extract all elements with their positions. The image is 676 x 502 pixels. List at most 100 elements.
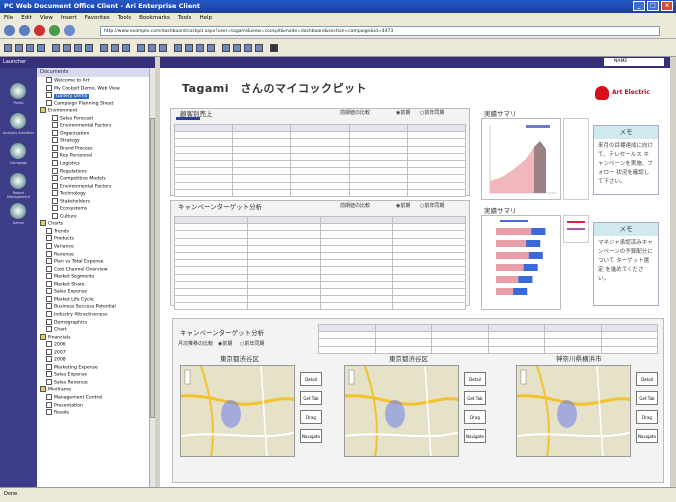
admin-icon[interactable] bbox=[10, 203, 26, 219]
tree-scrollbar[interactable] bbox=[149, 68, 155, 487]
menu-edit[interactable]: Edit bbox=[21, 13, 32, 23]
tree-item[interactable]: Competitive Models bbox=[37, 175, 149, 183]
map-view[interactable] bbox=[180, 365, 295, 457]
filter-icon[interactable] bbox=[244, 44, 252, 52]
tree-item[interactable]: Industry Attractiveness bbox=[37, 310, 149, 319]
map-view[interactable] bbox=[516, 365, 631, 457]
tree-item[interactable]: Sales Expense bbox=[37, 371, 149, 379]
print-icon[interactable] bbox=[37, 44, 45, 52]
tree-item[interactable]: Logistics bbox=[37, 160, 149, 168]
map-action-button[interactable]: Navigate bbox=[464, 429, 486, 443]
tree-item[interactable]: Environmental Factors bbox=[37, 122, 149, 130]
report-icon[interactable] bbox=[10, 173, 26, 189]
panel2-radio-yoy[interactable]: ○前年同期 bbox=[420, 202, 444, 209]
tree-item[interactable]: Sales Revenue bbox=[37, 378, 149, 387]
align-center-icon[interactable] bbox=[148, 44, 156, 52]
tree-item[interactable]: Business Success Potential bbox=[37, 303, 149, 311]
bold-icon[interactable] bbox=[100, 44, 108, 52]
tree-item[interactable]: Environmental Factors bbox=[37, 182, 149, 191]
grid-icon[interactable] bbox=[233, 44, 241, 52]
map-action-button[interactable]: Get Tab bbox=[300, 391, 322, 405]
tree-item[interactable]: Ecosystems bbox=[37, 205, 149, 213]
link-icon[interactable] bbox=[207, 44, 215, 52]
tree-item[interactable]: Chart bbox=[37, 326, 149, 334]
map-action-button[interactable]: Drag bbox=[636, 410, 658, 424]
tree-item[interactable]: My Cockpit Demo, Web View bbox=[37, 84, 149, 93]
tree-item[interactable]: Brand Process bbox=[37, 144, 149, 153]
map-radio-yoy[interactable]: ○前年同期 bbox=[240, 340, 264, 347]
open-icon[interactable] bbox=[15, 44, 23, 52]
menu-help[interactable]: Help bbox=[199, 13, 212, 23]
menu-favorites[interactable]: Favorites bbox=[85, 13, 110, 23]
tree-item[interactable]: 2008 bbox=[37, 356, 149, 364]
menu-insert[interactable]: Insert bbox=[61, 13, 77, 23]
chart-icon[interactable] bbox=[174, 44, 182, 52]
map-action-button[interactable]: Drag bbox=[300, 410, 322, 424]
undo-icon[interactable] bbox=[85, 44, 93, 52]
sort-icon[interactable] bbox=[255, 44, 263, 52]
tree-item[interactable]: Demographics bbox=[37, 318, 149, 327]
tree-item[interactable]: Stakeholders bbox=[37, 197, 149, 206]
tree-item[interactable]: Products bbox=[37, 235, 149, 243]
tree-item[interactable]: Cost Channel Overview bbox=[37, 265, 149, 274]
menu-bookmarks[interactable]: Bookmarks bbox=[139, 13, 170, 23]
tree-item[interactable]: Market Life Cycle bbox=[37, 295, 149, 304]
tree-item[interactable]: Resale bbox=[37, 409, 149, 417]
tree-item[interactable]: Variance bbox=[37, 243, 149, 251]
map-action-button[interactable]: Get Tab bbox=[464, 391, 486, 405]
tree-item[interactable]: Miniframe bbox=[37, 386, 149, 394]
save-icon[interactable] bbox=[26, 44, 34, 52]
map-radio-prev[interactable]: ◉前期 bbox=[218, 340, 232, 347]
map-action-button[interactable]: Detail bbox=[464, 372, 486, 386]
maximize-button[interactable]: □ bbox=[647, 1, 659, 11]
tree-item[interactable]: Charts bbox=[37, 220, 149, 228]
tree-item[interactable]: Presentation bbox=[37, 401, 149, 410]
new-doc-icon[interactable] bbox=[4, 44, 12, 52]
scroll-thumb[interactable] bbox=[150, 118, 155, 418]
refresh-icon[interactable] bbox=[49, 25, 60, 36]
panel2-radio-prev[interactable]: ◉前期 bbox=[396, 202, 410, 209]
menu-tools[interactable]: Tools bbox=[118, 13, 132, 23]
tree-item[interactable]: Key Personnel bbox=[37, 152, 149, 160]
underline-icon[interactable] bbox=[122, 44, 130, 52]
panel1-radio-yoy[interactable]: ○前年同期 bbox=[420, 109, 444, 116]
back-icon[interactable] bbox=[4, 25, 15, 36]
tree-item[interactable]: Gallery Demo bbox=[37, 92, 149, 100]
home-icon[interactable] bbox=[64, 25, 75, 36]
tree-item[interactable]: Revenue bbox=[37, 250, 149, 259]
tree-item[interactable]: Sales Forecast bbox=[37, 114, 149, 123]
align-right-icon[interactable] bbox=[159, 44, 167, 52]
tree-item[interactable]: Marketing Expense bbox=[37, 363, 149, 372]
close-button[interactable]: × bbox=[661, 1, 673, 11]
address-bar[interactable]: http://www.example.com/dashboard/cockpit… bbox=[100, 26, 660, 36]
map-action-button[interactable]: Detail bbox=[300, 372, 322, 386]
tree-item[interactable]: Technology bbox=[37, 190, 149, 198]
paste-icon[interactable] bbox=[74, 44, 82, 52]
tree-item[interactable]: Sales Expense bbox=[37, 288, 149, 296]
menu-file[interactable]: File bbox=[4, 13, 13, 23]
settings-icon[interactable] bbox=[270, 44, 278, 52]
map-action-button[interactable]: Drag bbox=[464, 410, 486, 424]
tree-item[interactable]: Regulations bbox=[37, 167, 149, 176]
image-icon[interactable] bbox=[196, 44, 204, 52]
tree-item[interactable]: Trends bbox=[37, 227, 149, 236]
minimize-button[interactable]: _ bbox=[633, 1, 645, 11]
map-action-button[interactable]: Navigate bbox=[636, 429, 658, 443]
panel1-radio-prev[interactable]: ◉前期 bbox=[396, 109, 410, 116]
tree-item[interactable]: Environment bbox=[37, 107, 149, 115]
portal-icon[interactable] bbox=[10, 83, 26, 99]
map-action-button[interactable]: Get Tab bbox=[636, 391, 658, 405]
analysis-icon[interactable] bbox=[10, 113, 26, 129]
tree-item[interactable]: Management Control bbox=[37, 393, 149, 402]
zoom-icon[interactable] bbox=[222, 44, 230, 52]
tree-item[interactable]: Plan vs Total Expense bbox=[37, 258, 149, 266]
tree-item[interactable]: Welcome to Art bbox=[37, 77, 149, 85]
forward-icon[interactable] bbox=[19, 25, 30, 36]
tree-item[interactable]: Market Segments bbox=[37, 273, 149, 281]
tree-item[interactable]: Financials bbox=[37, 333, 149, 342]
stop-icon[interactable] bbox=[34, 25, 45, 36]
tree-item[interactable]: 2007 bbox=[37, 348, 149, 357]
map-view[interactable] bbox=[344, 365, 459, 457]
menu-view[interactable]: View bbox=[40, 13, 53, 23]
campaign-icon[interactable] bbox=[10, 143, 26, 159]
